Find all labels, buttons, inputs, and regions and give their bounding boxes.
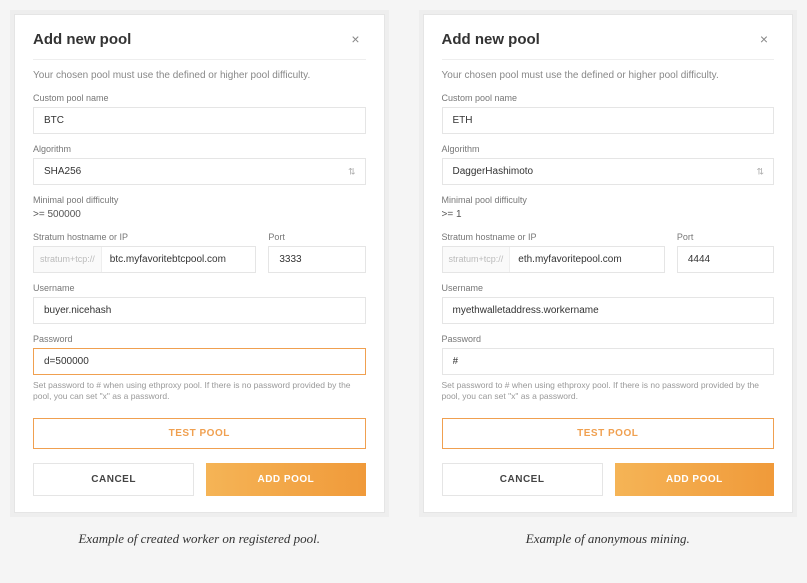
stratum-host-group: stratum+tcp://: [442, 246, 665, 273]
port-label: Port: [268, 232, 365, 242]
username-label: Username: [442, 283, 775, 293]
close-icon[interactable]: ×: [754, 29, 774, 49]
algorithm-select[interactable]: [442, 158, 775, 185]
dialog-title: Add new pool: [33, 31, 131, 48]
dialog-title: Add new pool: [442, 31, 540, 48]
port-label: Port: [677, 232, 774, 242]
algorithm-select[interactable]: [33, 158, 366, 185]
min-difficulty-label: Minimal pool difficulty: [33, 195, 366, 205]
password-input[interactable]: [33, 348, 366, 375]
dialog-header: Add new pool ×: [33, 29, 366, 60]
password-hint: Set password to # when using ethproxy po…: [442, 380, 775, 402]
username-input[interactable]: [33, 297, 366, 324]
stratum-host-label: Stratum hostname or IP: [442, 232, 665, 242]
min-difficulty-label: Minimal pool difficulty: [442, 195, 775, 205]
dialog-header: Add new pool ×: [442, 29, 775, 60]
cancel-button[interactable]: CANCEL: [33, 463, 194, 496]
add-pool-dialog: Add new pool × Your chosen pool must use…: [423, 14, 794, 513]
port-input[interactable]: [268, 246, 365, 273]
difficulty-note: Your chosen pool must use the defined or…: [33, 70, 366, 81]
custom-pool-name-label: Custom pool name: [33, 93, 366, 103]
test-pool-button[interactable]: TEST POOL: [442, 418, 775, 449]
close-icon[interactable]: ×: [345, 29, 365, 49]
username-input[interactable]: [442, 297, 775, 324]
caption: Example of created worker on registered …: [10, 531, 389, 547]
password-hint: Set password to # when using ethproxy po…: [33, 380, 366, 402]
password-input[interactable]: [442, 348, 775, 375]
algorithm-label: Algorithm: [33, 144, 366, 154]
add-pool-button[interactable]: ADD POOL: [615, 463, 774, 496]
custom-pool-name-input[interactable]: [442, 107, 775, 134]
stratum-host-group: stratum+tcp://: [33, 246, 256, 273]
stratum-host-label: Stratum hostname or IP: [33, 232, 256, 242]
stratum-host-input[interactable]: [102, 247, 256, 272]
difficulty-note: Your chosen pool must use the defined or…: [442, 70, 775, 81]
add-pool-button[interactable]: ADD POOL: [206, 463, 365, 496]
port-input[interactable]: [677, 246, 774, 273]
add-pool-dialog: Add new pool × Your chosen pool must use…: [14, 14, 385, 513]
username-label: Username: [33, 283, 366, 293]
caption: Example of anonymous mining.: [419, 531, 798, 547]
stratum-host-input[interactable]: [510, 247, 664, 272]
min-difficulty-value: >= 1: [442, 209, 775, 220]
password-label: Password: [33, 334, 366, 344]
custom-pool-name-label: Custom pool name: [442, 93, 775, 103]
min-difficulty-value: >= 500000: [33, 209, 366, 220]
stratum-prefix: stratum+tcp://: [443, 247, 511, 272]
stratum-prefix: stratum+tcp://: [34, 247, 102, 272]
algorithm-label: Algorithm: [442, 144, 775, 154]
password-label: Password: [442, 334, 775, 344]
cancel-button[interactable]: CANCEL: [442, 463, 603, 496]
custom-pool-name-input[interactable]: [33, 107, 366, 134]
test-pool-button[interactable]: TEST POOL: [33, 418, 366, 449]
